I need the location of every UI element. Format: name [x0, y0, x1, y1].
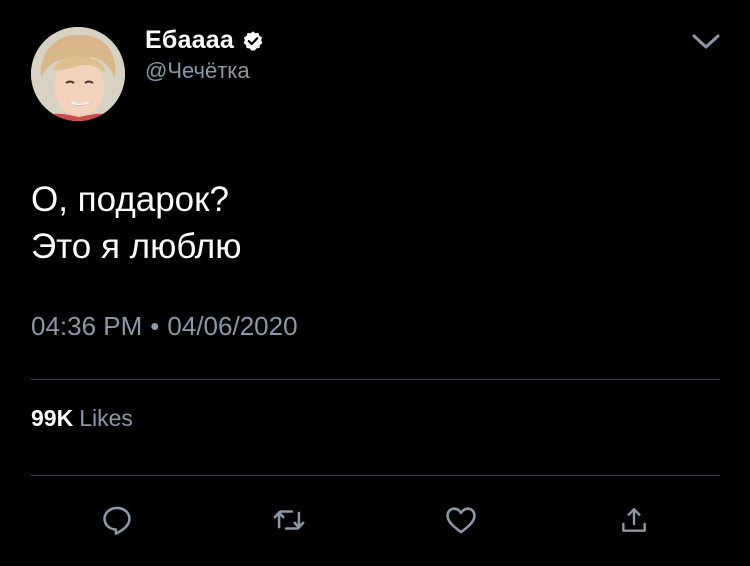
- tweet-text-line: Это я люблю: [31, 227, 242, 266]
- retweet-icon: [271, 503, 307, 537]
- divider: [31, 379, 720, 380]
- meta-separator: •: [150, 311, 160, 341]
- reply-button[interactable]: [97, 500, 137, 540]
- divider: [31, 475, 720, 476]
- tweet-date: 04/06/2020: [167, 311, 298, 341]
- tweet-card: Ебаааа @Чечётка О, подарок? Это я люблю …: [0, 0, 750, 566]
- chevron-down-icon[interactable]: [690, 30, 722, 54]
- display-name[interactable]: Ебаааа: [145, 26, 234, 55]
- likes-stat[interactable]: 99K Likes: [31, 405, 133, 432]
- avatar[interactable]: [31, 27, 125, 121]
- tweet-text: О, подарок? Это я люблю: [31, 176, 241, 270]
- likes-label: Likes: [79, 405, 133, 431]
- like-button[interactable]: [441, 500, 481, 540]
- retweet-button[interactable]: [269, 500, 309, 540]
- avatar-image: [31, 27, 125, 121]
- verified-badge-icon: [242, 30, 264, 52]
- tweet-text-line: О, подарок?: [31, 180, 229, 219]
- heart-icon: [443, 503, 479, 537]
- user-handle[interactable]: @Чечётка: [145, 58, 250, 84]
- tweet-time: 04:36 PM: [31, 311, 143, 341]
- reply-icon: [100, 503, 134, 537]
- author-name-row[interactable]: Ебаааа: [145, 26, 264, 55]
- share-button[interactable]: [614, 500, 654, 540]
- tweet-timestamp[interactable]: 04:36 PM • 04/06/2020: [31, 311, 298, 342]
- share-icon: [618, 504, 650, 536]
- likes-count: 99K: [31, 405, 74, 431]
